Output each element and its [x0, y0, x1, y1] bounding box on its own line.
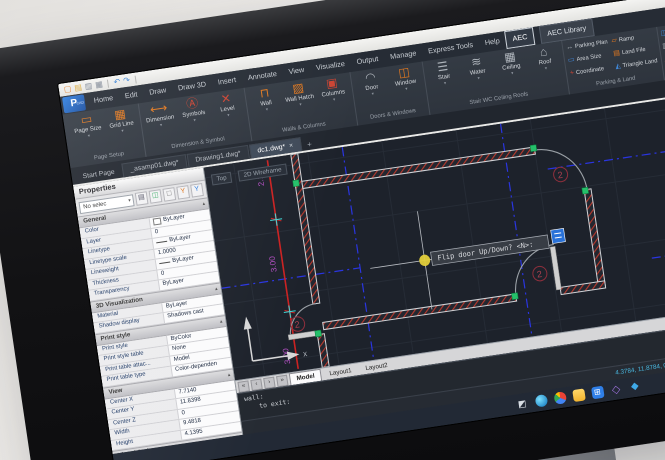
- undo-icon[interactable]: ↶: [113, 76, 121, 86]
- linetype-preview-icon: [156, 240, 168, 244]
- filter-icon[interactable]: Y: [176, 185, 191, 200]
- level-icon: ✕: [219, 90, 232, 107]
- dynamic-input-tooltip: Flip door Up/Down? <N>:: [430, 228, 566, 266]
- quick-select-icon[interactable]: ▤: [134, 191, 149, 206]
- grid-line-button[interactable]: ▦ Grid Line ▾: [103, 105, 138, 135]
- chevron-down-icon: ▾: [193, 117, 197, 123]
- toolbar-separator: [107, 79, 110, 88]
- select-objects-icon[interactable]: ◫: [148, 189, 163, 204]
- color-swatch: [152, 217, 162, 226]
- area-size-icon: ▭: [567, 56, 576, 65]
- store-icon[interactable]: ⊞: [590, 385, 605, 400]
- lineweight-preview-icon: [159, 261, 171, 265]
- stair-button[interactable]: ☰ Stair ▾: [426, 57, 461, 87]
- window-button[interactable]: ◫ Window ▾: [387, 63, 422, 93]
- toggle-pickadd-icon[interactable]: ◻: [162, 187, 177, 202]
- chevron-down-icon: ▾: [332, 96, 336, 102]
- chat-icon[interactable]: ◩: [515, 397, 529, 411]
- dimension-button[interactable]: ⟷ Dimension ▾: [142, 99, 177, 129]
- save-all-icon[interactable]: ▦: [95, 79, 104, 89]
- save-icon[interactable]: ▥: [84, 81, 93, 91]
- ceiling-button[interactable]: ▦ Ceiling ▾: [493, 47, 528, 77]
- input-mode-icon: [550, 228, 566, 244]
- page-size-button[interactable]: ▭ Page Size ▾: [70, 110, 105, 140]
- door-label: 2: [557, 170, 563, 181]
- filter-blue-icon[interactable]: Y: [190, 183, 204, 198]
- wall-hatch-button[interactable]: ▨ Wall Hatch ▾: [281, 79, 316, 109]
- visual-studio-icon[interactable]: ◇: [609, 383, 623, 397]
- door-button[interactable]: ◠ Door ▾: [354, 68, 389, 98]
- chevron-down-icon: ▾: [226, 112, 230, 118]
- new-file-icon[interactable]: ▢: [63, 84, 72, 94]
- vscode-icon[interactable]: ◆: [628, 380, 642, 394]
- door-label: 2: [536, 269, 542, 280]
- photo-backdrop: ▢ ▤ ▥ ▦ ↶ ↷ P CAD Home Edit Draw Draw 3D …: [0, 0, 665, 460]
- open-folder-icon[interactable]: ▤: [74, 82, 83, 92]
- edge-browser-icon[interactable]: [534, 394, 548, 408]
- file-explorer-icon[interactable]: [571, 388, 586, 403]
- water-button[interactable]: ≋ Water ▾: [459, 52, 494, 82]
- chrome-browser-icon[interactable]: [552, 391, 567, 405]
- dim-label: 3.00: [268, 255, 279, 273]
- chevron-down-icon: ▾: [299, 101, 303, 107]
- close-icon[interactable]: ×: [289, 141, 294, 151]
- coordinate-icon: +: [569, 69, 575, 78]
- roof-icon: ⌂: [538, 44, 549, 60]
- chevron-down-icon: ▾: [127, 197, 132, 204]
- building-section-icon: ◫: [660, 29, 665, 38]
- ramp-icon: ▱: [611, 36, 618, 45]
- triangle-land-icon: ◭: [614, 62, 622, 71]
- roof-button[interactable]: ⌂ Roof ▾: [527, 42, 562, 72]
- snap-marker: [419, 254, 431, 267]
- chevron-down-icon: ▾: [87, 132, 91, 139]
- chevron-down-icon: ▾: [404, 86, 408, 92]
- redo-icon[interactable]: ↷: [122, 75, 130, 85]
- chevron-down-icon: ▾: [159, 122, 163, 128]
- wall-button[interactable]: ⊓ Wall ▾: [248, 84, 283, 114]
- door-label: 2: [294, 319, 300, 330]
- wall-icon: ⊓: [258, 85, 271, 101]
- symbols-button[interactable]: Ⓐ Symbols ▾: [175, 94, 210, 124]
- land-file-icon: ▤: [612, 49, 621, 58]
- chevron-down-icon: ▾: [477, 75, 481, 81]
- chevron-down-icon: ▾: [371, 90, 375, 97]
- water-icon: ≋: [470, 54, 483, 70]
- chevron-down-icon: ▾: [265, 106, 269, 112]
- chevron-down-icon: ▾: [510, 70, 514, 76]
- ucs-axis-label: x: [302, 349, 307, 359]
- chevron-down-icon: ▾: [443, 80, 447, 86]
- app-logo[interactable]: P CAD: [62, 94, 87, 114]
- parking-plan-icon: ↔: [565, 43, 574, 52]
- level-button[interactable]: ✕ Level ▾: [209, 89, 244, 119]
- chevron-down-icon: ▾: [544, 65, 548, 71]
- columns-button[interactable]: ▣ Columns ▾: [315, 74, 350, 104]
- viewport-view-chip[interactable]: Top: [210, 171, 233, 186]
- chevron-down-icon: ▾: [121, 127, 124, 134]
- toolbar-separator: [134, 75, 137, 84]
- app-logo-sub: CAD: [76, 100, 85, 106]
- stair-icon: ☰: [436, 58, 449, 75]
- new-tab-button[interactable]: +: [301, 138, 317, 151]
- door-icon: ◠: [364, 69, 377, 85]
